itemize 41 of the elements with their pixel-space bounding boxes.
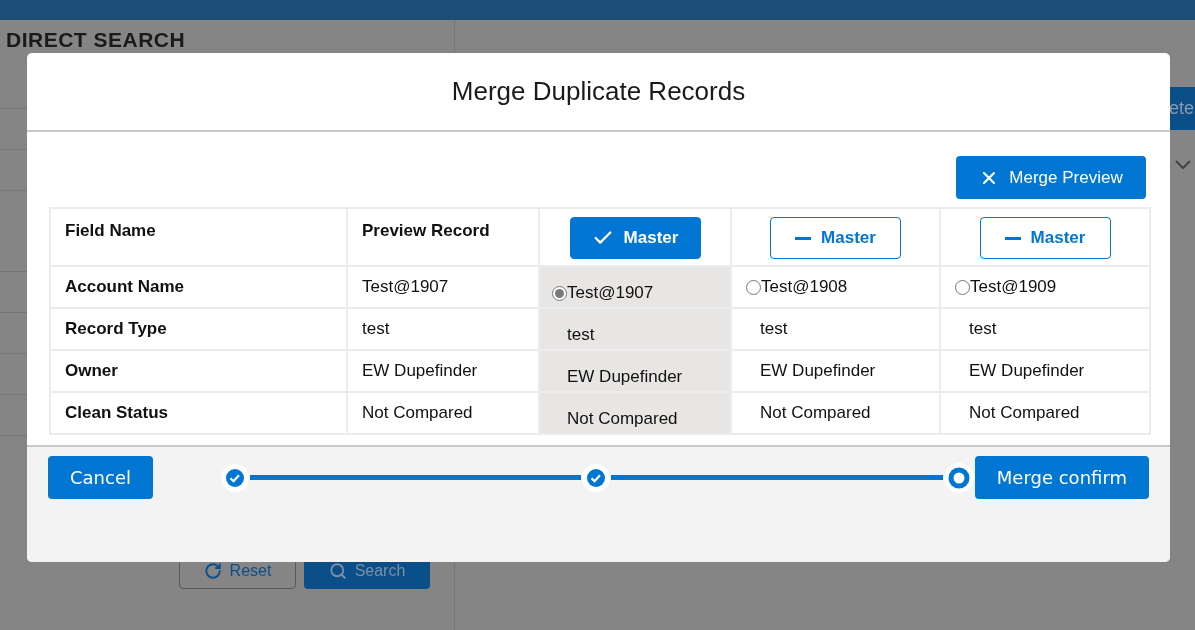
page-heading: DIRECT SEARCH [5,28,187,53]
record-cell: test [539,308,731,350]
field-name-cell: Account Name [50,266,347,308]
chevron-down-icon[interactable] [1175,160,1191,170]
master-button[interactable]: Master [569,217,701,259]
record-cell: EW Dupefinder [539,350,731,392]
minus-icon [1004,236,1021,240]
record-cell: EW Dupefinder [731,350,940,392]
record-cell[interactable]: Test@1909 [940,266,1150,308]
record-cell: Not Compared [731,392,940,434]
record-value: Test@1909 [970,277,1057,298]
delete-button[interactable]: ete [1169,87,1195,130]
field-name-cell: Owner [50,350,347,392]
reset-icon [203,561,222,580]
preview-cell: test [347,308,539,350]
preview-cell: Not Compared [347,392,539,434]
record-cell[interactable]: Test@1907 [539,266,731,308]
radio-button[interactable] [955,279,970,295]
minus-icon [795,236,812,240]
merge-confirm-button[interactable]: Merge confirm [974,456,1149,499]
search-icon [328,561,347,580]
record-cell[interactable]: Test@1908 [731,266,940,308]
merge-preview-button[interactable]: Merge Preview [956,156,1146,199]
record-cell: Not Compared [940,392,1150,434]
radio-button[interactable] [552,285,567,301]
record-cell: test [940,308,1150,350]
radio-button[interactable] [746,279,761,295]
master-button[interactable]: Master [979,217,1111,259]
record-cell: Not Compared [539,392,731,434]
record-cell: EW Dupefinder [940,350,1150,392]
record-value: Test@1908 [761,277,848,298]
column-header: Field Name [50,208,347,266]
dialog-title: Merge Duplicate Records [451,76,746,107]
preview-cell: EW Dupefinder [347,350,539,392]
record-cell: test [731,308,940,350]
field-name-cell: Clean Status [50,392,347,434]
record-value: Test@1907 [567,283,654,304]
master-button[interactable]: Master [770,217,901,259]
preview-cell: Test@1907 [347,266,539,308]
cancel-button[interactable]: Cancel [48,456,153,499]
field-name-cell: Record Type [50,308,347,350]
